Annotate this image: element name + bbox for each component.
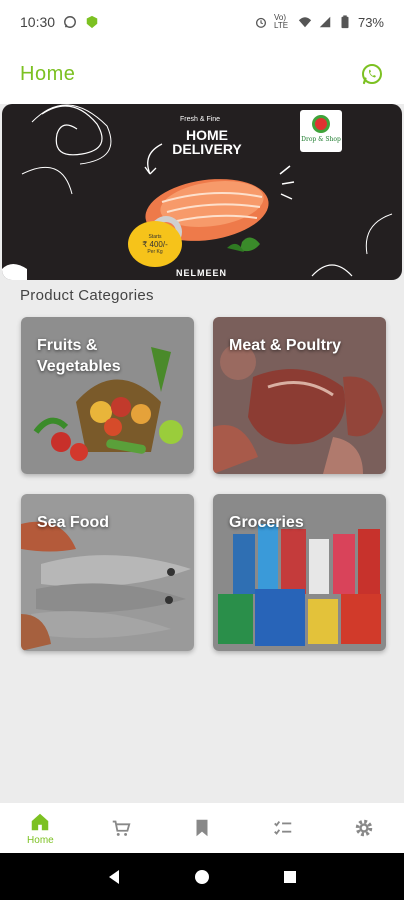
nav-bookmarks[interactable]	[162, 803, 243, 853]
status-bar: 10:30 Vo) LTE 73%	[0, 0, 404, 44]
category-label-line-1: Groceries	[229, 514, 304, 531]
price-badge: Starts ₹ 400/- Per Kg	[128, 221, 182, 267]
category-label: Sea Food	[37, 512, 109, 533]
recents-icon[interactable]	[281, 868, 299, 886]
banner-headline-1: HOME	[186, 127, 228, 143]
bookmark-icon	[196, 819, 208, 837]
category-card-sea-food[interactable]: Sea Food	[21, 494, 194, 651]
banner-bottom-text: NELMEEN	[176, 268, 228, 278]
app-bar: Home	[0, 44, 404, 104]
category-card-meat-poultry[interactable]: Meat & Poultry	[213, 317, 386, 474]
gear-icon	[355, 819, 372, 837]
category-label: Groceries	[229, 512, 304, 533]
nav-settings[interactable]	[323, 803, 404, 853]
bottom-navigation: Home	[0, 803, 404, 853]
status-time: 10:30	[20, 14, 56, 30]
battery-percent: 73%	[357, 14, 384, 30]
nav-home[interactable]: Home	[0, 803, 81, 853]
category-label-line-1: Fruits &	[37, 337, 98, 354]
category-label: Meat & Poultry	[229, 335, 341, 356]
alarm-icon	[255, 17, 266, 28]
cart-icon	[112, 820, 131, 836]
system-navigation-bar	[0, 853, 404, 900]
category-label-line-1: Sea Food	[37, 514, 110, 531]
section-title: Product Categories	[20, 287, 154, 304]
app-notification-icon	[86, 15, 98, 29]
banner-tagline: Fresh & Fine	[180, 116, 221, 123]
category-card-groceries[interactable]: Groceries	[213, 494, 386, 651]
category-label-line-2: Vegetables	[37, 358, 121, 375]
brand-logo: Drop & Shop	[300, 110, 342, 152]
banner-headline: HOME DELIVERY	[168, 128, 246, 156]
promo-banner[interactable]: Fresh & Fine HOME DELIVERY Drop & Shop S…	[2, 104, 402, 280]
network-label: Vo) LTE	[273, 13, 289, 30]
nav-cart[interactable]	[81, 803, 162, 853]
wifi-icon	[298, 17, 312, 28]
home-circle-icon[interactable]	[193, 868, 211, 886]
category-label-line-1: Meat & Poultry	[229, 337, 342, 354]
nav-orders[interactable]	[242, 803, 323, 853]
whatsapp-icon[interactable]	[360, 62, 384, 86]
banner-headline-2: DELIVERY	[172, 141, 242, 157]
page-title: Home	[20, 62, 76, 85]
battery-icon	[341, 15, 349, 29]
price-unit: Per Kg	[147, 248, 163, 255]
price-value: ₹ 400/-	[142, 239, 168, 249]
logo-text: Drop & Shop	[301, 136, 341, 143]
signal-icon	[319, 16, 331, 28]
category-card-fruits-vegetables[interactable]: Fruits & Vegetables	[21, 317, 194, 474]
checklist-icon	[273, 821, 292, 835]
whatsapp-notification-icon	[64, 16, 76, 28]
back-icon[interactable]	[105, 868, 123, 886]
nav-home-label: Home	[27, 834, 54, 846]
category-label: Fruits & Vegetables	[37, 335, 121, 377]
home-icon	[32, 813, 49, 830]
